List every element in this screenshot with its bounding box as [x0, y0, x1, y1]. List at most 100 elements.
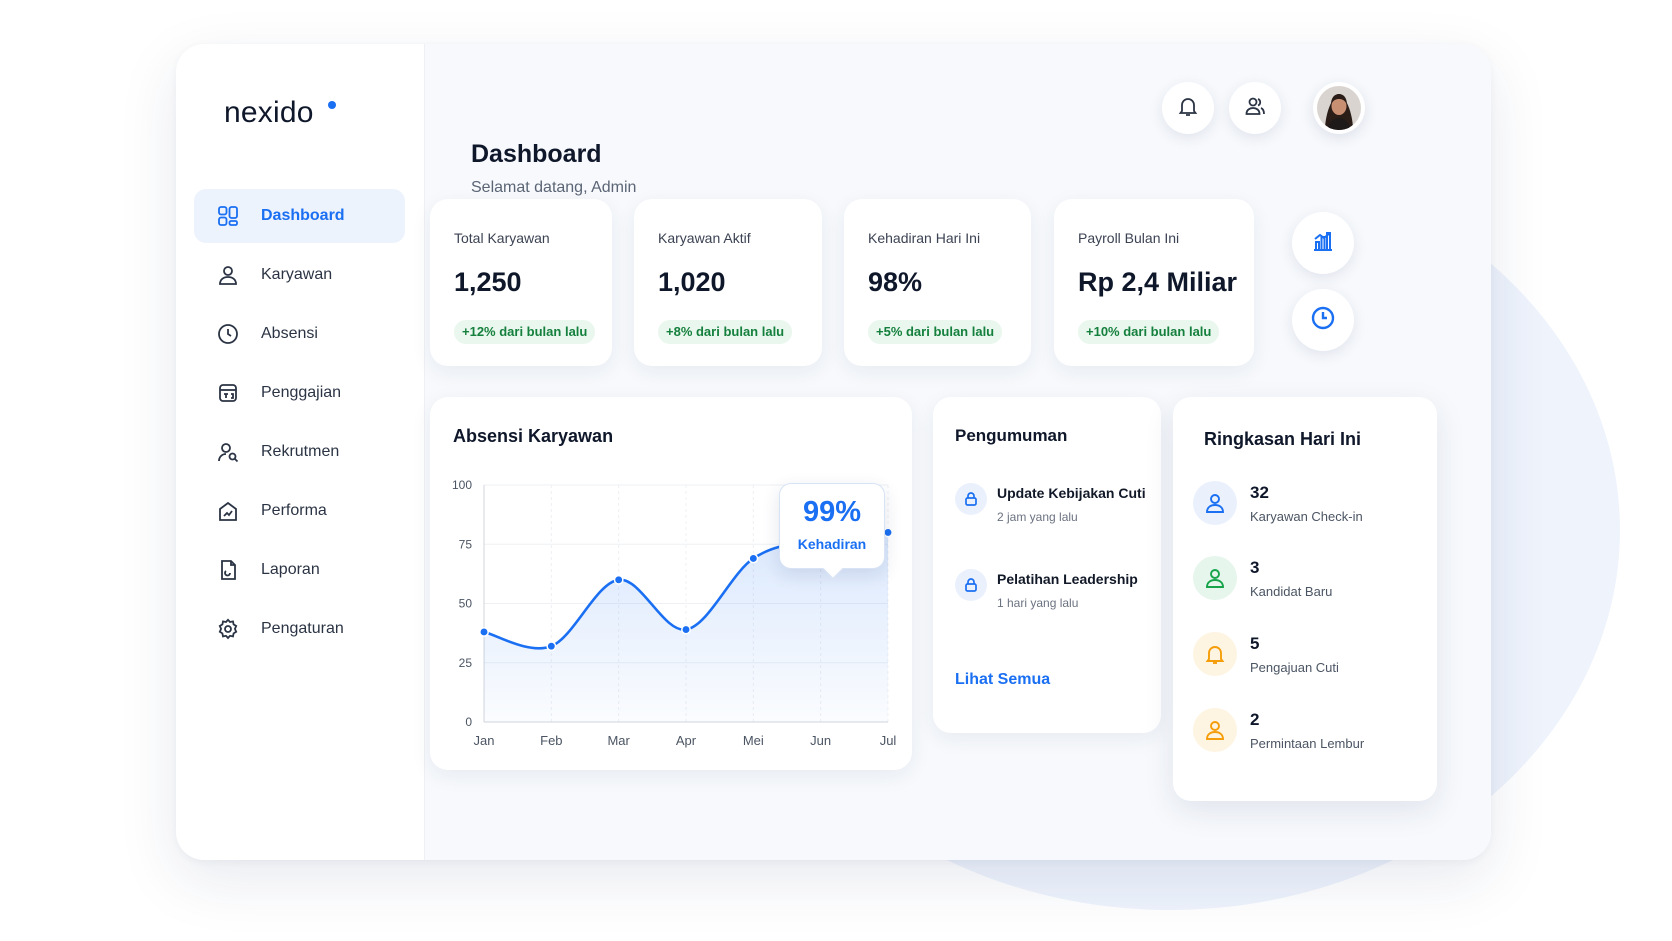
sidebar-item-label: Performa — [261, 502, 327, 519]
sidebar-item-dashboard[interactable]: Dashboard — [194, 189, 405, 243]
announcement-title: Pelatihan Leadership — [997, 571, 1138, 587]
x-tick-label: Mar — [607, 733, 630, 748]
card-title: Pengumuman — [955, 426, 1068, 445]
stat-value: 1,250 — [454, 267, 522, 297]
user-icon — [1193, 556, 1237, 600]
stat-value: 1,020 — [658, 267, 726, 297]
attendance-line-chart: 0 25 50 75 100 Jan Feb Mar Apr Mei Jun Jul — [452, 478, 897, 748]
page-subtitle: Selamat datang, Admin — [471, 179, 637, 196]
y-tick-label: 0 — [465, 715, 472, 729]
stat-label: Total Karyawan — [454, 230, 550, 246]
attendance-chart-card: Absensi Karyawan 0 25 50 75 100 Jan Feb Mar Apr M… — [430, 397, 912, 770]
sidebar-item-label: Karyawan — [261, 266, 333, 283]
user-icon — [216, 263, 240, 287]
time-button[interactable] — [1292, 289, 1354, 351]
sidebar-item-performa[interactable]: Performa — [194, 484, 405, 538]
x-tick-label: Feb — [540, 733, 562, 748]
announcement-item[interactable]: Update Kebijakan Cuti 2 jam yang lalu — [955, 483, 1146, 524]
performance-icon — [216, 499, 240, 523]
sidebar-item-label: Rekrutmen — [261, 443, 340, 460]
stat-card-kehadiran: Kehadiran Hari Ini 98% +5% dari bulan la… — [844, 199, 1031, 366]
users-button[interactable] — [1229, 82, 1281, 134]
summary-card: Ringkasan Hari Ini 32 Karyawan Check-in … — [1173, 397, 1437, 801]
page-title: Dashboard — [471, 140, 602, 168]
sidebar: nexido Dashboard Karyawan Absensi Pengga… — [176, 44, 425, 860]
avatar[interactable] — [1313, 82, 1365, 134]
x-tick-label: Jun — [810, 733, 831, 748]
y-tick-label: 100 — [452, 478, 472, 492]
stat-card-payroll: Payroll Bulan Ini Rp 2,4 Miliar +10% dar… — [1054, 199, 1254, 366]
announcement-time: 1 hari yang lalu — [997, 596, 1079, 610]
sidebar-item-label: Laporan — [261, 561, 320, 578]
y-tick-label: 50 — [459, 597, 473, 611]
sidebar-item-laporan[interactable]: Laporan — [194, 543, 405, 597]
summary-label: Kandidat Baru — [1250, 584, 1333, 599]
stat-change-badge: +12% dari bulan lalu — [454, 320, 596, 344]
logo-dot — [328, 101, 336, 109]
sidebar-item-label: Dashboard — [261, 207, 345, 224]
data-point — [546, 641, 557, 652]
summary-label: Pengajuan Cuti — [1250, 660, 1339, 675]
user-icon — [1193, 481, 1237, 525]
tooltip-value: 99% — [802, 496, 862, 528]
sidebar-item-label: Absensi — [261, 325, 318, 342]
announcement-title: Update Kebijakan Cuti — [997, 485, 1146, 501]
summary-item-leave[interactable]: 5 Pengajuan Cuti — [1193, 632, 1339, 676]
data-point — [479, 626, 489, 637]
clock-icon — [216, 322, 240, 346]
summary-item-candidates[interactable]: 3 Kandidat Baru — [1193, 556, 1332, 600]
stat-label: Kehadiran Hari Ini — [868, 230, 981, 246]
report-icon — [216, 558, 240, 582]
logo: nexido — [224, 96, 314, 129]
stat-card-total-karyawan: Total Karyawan 1,250 +12% dari bulan lal… — [430, 199, 612, 366]
announcement-time: 2 jam yang lalu — [997, 510, 1078, 524]
x-tick-label: Mei — [743, 733, 764, 748]
y-tick-label: 75 — [459, 537, 473, 551]
sidebar-item-penggajian[interactable]: Penggajian — [194, 366, 405, 420]
notification-button[interactable] — [1162, 82, 1214, 134]
see-all-link[interactable]: Lihat Semua — [955, 671, 1050, 689]
x-tick-label: Apr — [676, 733, 697, 748]
bell-icon — [1193, 632, 1237, 676]
summary-item-checkin[interactable]: 32 Karyawan Check-in — [1193, 481, 1363, 525]
user-icon — [1193, 708, 1237, 752]
summary-item-overtime[interactable]: 2 Permintaan Lembur — [1193, 708, 1364, 752]
summary-label: Permintaan Lembur — [1250, 736, 1365, 751]
data-point — [613, 574, 624, 585]
tooltip-label: Kehadiran — [797, 536, 867, 552]
chart-icon — [1311, 229, 1335, 258]
x-tick-label: Jan — [474, 733, 495, 748]
card-title: Ringkasan Hari Ini — [1204, 429, 1362, 449]
sidebar-nav: Dashboard Karyawan Absensi Penggajian Re… — [194, 189, 405, 661]
lock-icon — [955, 483, 987, 515]
announcement-item[interactable]: Pelatihan Leadership 1 hari yang lalu — [955, 569, 1138, 610]
payroll-icon — [216, 381, 240, 405]
summary-value: 2 — [1250, 710, 1260, 729]
announcements-card: Pengumuman Update Kebijakan Cuti 2 jam y… — [933, 397, 1161, 733]
stat-change-badge: +5% dari bulan lalu — [868, 320, 1003, 344]
sidebar-item-label: Penggajian — [261, 384, 342, 401]
stat-change-badge: +8% dari bulan lalu — [658, 320, 793, 344]
stat-card-karyawan-aktif: Karyawan Aktif 1,020 +8% dari bulan lalu — [634, 199, 822, 366]
sidebar-item-absensi[interactable]: Absensi — [194, 307, 405, 361]
analytics-button[interactable] — [1292, 212, 1354, 274]
data-point — [883, 527, 893, 538]
data-point — [681, 624, 691, 635]
sidebar-item-pengaturan[interactable]: Pengaturan — [194, 602, 405, 656]
x-tick-label: Jul — [880, 733, 897, 748]
bell-icon — [1177, 95, 1199, 122]
clock-icon — [1310, 305, 1336, 336]
grid-icon — [216, 204, 240, 228]
summary-value: 5 — [1250, 634, 1260, 653]
sidebar-item-label: Pengaturan — [261, 620, 344, 637]
sidebar-item-rekrutmen[interactable]: Rekrutmen — [194, 425, 405, 479]
lock-icon — [955, 569, 987, 601]
stat-value: 98% — [868, 267, 923, 297]
gear-icon — [216, 617, 240, 641]
summary-label: Karyawan Check-in — [1250, 509, 1363, 524]
stat-label: Karyawan Aktif — [658, 230, 751, 246]
sidebar-item-karyawan[interactable]: Karyawan — [194, 248, 405, 302]
stat-change-badge: +10% dari bulan lalu — [1078, 320, 1220, 344]
stat-label: Payroll Bulan Ini — [1078, 230, 1180, 246]
y-tick-label: 25 — [459, 656, 473, 670]
